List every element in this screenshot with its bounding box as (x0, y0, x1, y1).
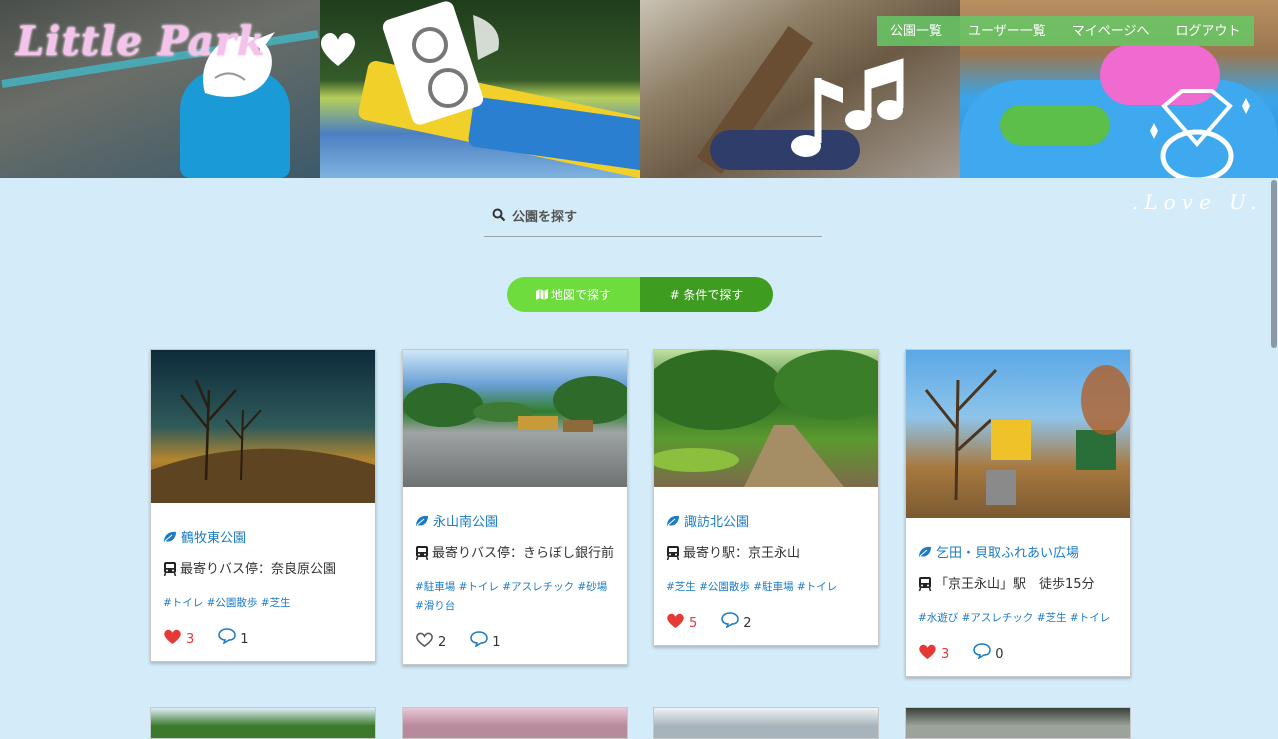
park-photo[interactable] (906, 350, 1130, 518)
park-access: 最寄りバス停：きらぼし銀行前 (415, 543, 615, 564)
comment-icon[interactable] (973, 643, 992, 659)
like-count: 5 (689, 615, 698, 631)
love-text: .Love U. (1132, 190, 1263, 214)
heart-filled-icon[interactable] (163, 628, 182, 645)
bus-icon (415, 546, 429, 560)
park-name-link[interactable]: 鶴牧東公園 (163, 527, 363, 546)
park-name: 永山南公園 (433, 515, 499, 530)
park-stats: 2 1 (415, 628, 615, 650)
park-stats: 3 0 (918, 640, 1118, 662)
park-stats: 5 2 (666, 609, 866, 631)
page-scrollbar[interactable] (1271, 180, 1277, 348)
park-tags[interactable]: #駐車場 #トイレ #アスレチック #砂場 #滑り台 (415, 578, 615, 616)
park-card[interactable]: 諏訪北公園 最寄り駅：京王永山 #芝生 #公園散歩 #駐車場 #トイレ 5 2 (653, 349, 879, 646)
park-photo[interactable] (403, 350, 627, 487)
park-access: 最寄り駅：京王永山 (666, 543, 866, 564)
like-count: 3 (186, 631, 195, 647)
park-name-link[interactable]: 乞田・貝取ふれあい広場 (918, 542, 1118, 561)
heart-filled-icon[interactable] (918, 643, 937, 660)
park-access-text: 最寄り駅：京王永山 (683, 546, 801, 561)
park-tags[interactable]: #水遊び #アスレチック #芝生 #トイレ (918, 609, 1118, 628)
comment-count: 2 (743, 615, 752, 631)
park-card-photo-partial[interactable] (402, 707, 628, 739)
park-access-text: 最寄りバス停：きらぼし銀行前 (432, 546, 615, 561)
comment-count: 0 (995, 646, 1004, 662)
comment-count: 1 (240, 631, 249, 647)
leaf-icon (919, 546, 931, 557)
search-mode-toggle: 地図で探す # 条件で探す (507, 277, 773, 312)
park-name: 諏訪北公園 (684, 515, 750, 530)
park-card[interactable]: 永山南公園 最寄りバス停：きらぼし銀行前 #駐車場 #トイレ #アスレチック #… (402, 349, 628, 665)
comment-count: 1 (492, 634, 501, 650)
bus-icon (163, 562, 177, 576)
park-tags[interactable]: #芝生 #公園散歩 #駐車場 #トイレ (666, 578, 866, 597)
comment-icon[interactable] (470, 631, 489, 647)
park-photo[interactable] (151, 350, 375, 503)
leaf-icon (667, 515, 679, 526)
like-count: 3 (941, 646, 950, 662)
park-photo[interactable] (654, 350, 878, 487)
park-tags[interactable]: #トイレ #公園散歩 #芝生 (163, 594, 363, 613)
comment-icon[interactable] (218, 628, 237, 644)
music-note-icon (791, 58, 904, 157)
park-card[interactable]: 鶴牧東公園 最寄りバス停：奈良原公園 #トイレ #公園散歩 #芝生 3 1 (150, 349, 376, 662)
leaf-icon (416, 515, 428, 526)
speaker-doodle-icon (382, 1, 499, 125)
diamond-ring-icon (1150, 89, 1250, 178)
search-icon (492, 208, 506, 222)
park-name: 鶴牧東公園 (181, 531, 247, 546)
park-name-link[interactable]: 諏訪北公園 (666, 511, 866, 530)
nav-logout[interactable]: ログアウト (1162, 16, 1254, 46)
park-access: 「京王永山」駅 徒歩15分 (918, 574, 1118, 595)
map-icon (535, 289, 548, 300)
nav-park-list[interactable]: 公園一覧 (877, 16, 956, 46)
train-icon (666, 546, 680, 560)
park-card-photo-partial[interactable] (653, 707, 879, 739)
search-by-condition-label: # 条件で探す (669, 288, 744, 302)
like-count: 2 (438, 634, 447, 650)
park-stats: 3 1 (163, 625, 363, 647)
park-access: 最寄りバス停：奈良原公園 (163, 559, 363, 580)
heart-doodle-icon (320, 33, 356, 66)
search-by-map-label: 地図で探す (550, 288, 611, 302)
park-access-text: 「京王永山」駅 徒歩15分 (935, 577, 1095, 592)
search-by-condition-button[interactable]: # 条件で探す (640, 277, 773, 312)
park-access-text: 最寄りバス停：奈良原公園 (180, 562, 337, 577)
nav-my-page[interactable]: マイページへ (1058, 16, 1163, 46)
comment-icon[interactable] (721, 612, 740, 628)
park-card-photo-partial[interactable] (905, 707, 1131, 739)
header-nav: 公園一覧 ユーザー一覧 マイページへ ログアウト (877, 16, 1254, 46)
park-card-photo-partial[interactable] (150, 707, 376, 739)
heart-outline-icon[interactable] (415, 631, 434, 648)
park-name-link[interactable]: 永山南公園 (415, 511, 615, 530)
site-logo[interactable]: Little Park (16, 18, 266, 65)
park-card[interactable]: 乞田・貝取ふれあい広場 「京王永山」駅 徒歩15分 #水遊び #アスレチック #… (905, 349, 1131, 677)
search-input[interactable] (510, 204, 814, 230)
heart-filled-icon[interactable] (666, 612, 685, 629)
nav-user-list[interactable]: ユーザー一覧 (955, 16, 1059, 46)
park-search (484, 200, 822, 237)
search-by-map-button[interactable]: 地図で探す (507, 277, 640, 312)
train-icon (918, 577, 932, 591)
leaf-icon (164, 531, 176, 542)
park-name: 乞田・貝取ふれあい広場 (936, 546, 1080, 561)
